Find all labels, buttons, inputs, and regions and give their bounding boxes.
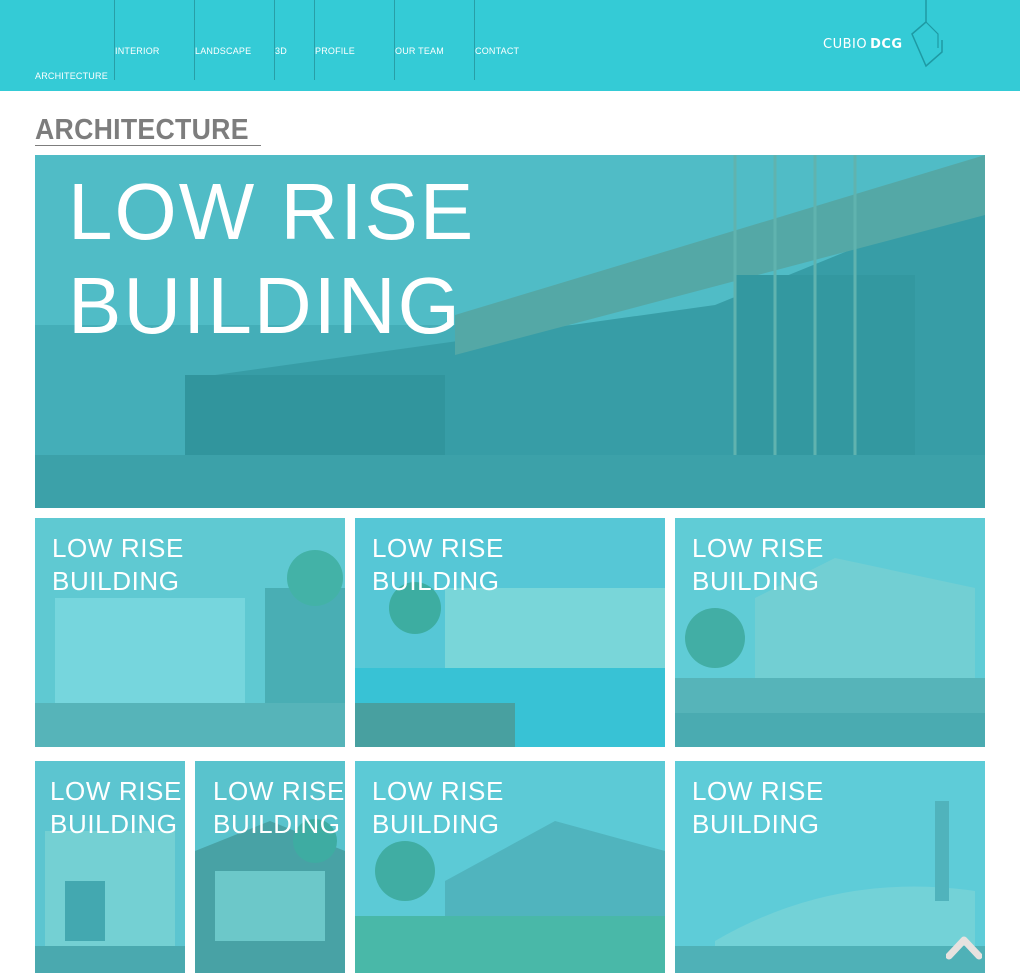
tile-label: LOW RISE BUILDING: [213, 775, 345, 842]
page-title: ARCHITECTURE: [35, 114, 249, 146]
nav-item-interior[interactable]: INTERIOR: [114, 0, 194, 80]
nav-item-contact[interactable]: CONTACT: [474, 0, 554, 80]
project-tile[interactable]: LOW RISE BUILDING: [195, 761, 345, 973]
top-navigation-bar: ARCHITECTURE INTERIOR LANDSCAPE 3D PROFI…: [0, 0, 1020, 91]
tile-label-line: BUILDING: [372, 566, 500, 597]
nav-label: INTERIOR: [115, 46, 160, 56]
nav-label: 3D: [275, 46, 287, 56]
tile-label-line: LOW RISE: [52, 533, 184, 563]
tile-label: LOW RISE BUILDING: [68, 165, 475, 354]
nav-label: OUR TEAM: [395, 46, 444, 56]
project-tile[interactable]: LOW RISE BUILDING: [355, 761, 665, 973]
project-tile[interactable]: LOW RISE BUILDING: [675, 761, 985, 973]
tile-label: LOW RISE BUILDING: [50, 775, 182, 842]
tile-label: LOW RISE BUILDING: [372, 532, 504, 599]
tile-label-line: BUILDING: [68, 261, 462, 351]
tile-label-line: LOW RISE: [50, 776, 182, 806]
brand-name-light: CUBIO: [823, 37, 868, 52]
nav-label: ARCHITECTURE: [35, 71, 108, 81]
hexagon-logo-icon: [911, 0, 943, 68]
tile-label-line: LOW RISE: [213, 776, 345, 806]
tile-label-line: LOW RISE: [372, 533, 504, 563]
tile-label-line: BUILDING: [692, 809, 820, 840]
project-tile[interactable]: LOW RISE BUILDING: [35, 761, 185, 973]
tile-label-line: LOW RISE: [692, 533, 824, 563]
tile-label-line: LOW RISE: [692, 776, 824, 806]
tile-label-line: BUILDING: [692, 566, 820, 597]
tile-label-line: LOW RISE: [68, 167, 476, 256]
nav-item-our-team[interactable]: OUR TEAM: [394, 0, 474, 80]
chevron-up-icon[interactable]: [946, 932, 982, 960]
tile-label-line: BUILDING: [213, 809, 341, 840]
nav-item-3d[interactable]: 3D: [274, 0, 314, 80]
nav-item-landscape[interactable]: LANDSCAPE: [194, 0, 274, 80]
tile-label-line: BUILDING: [372, 809, 500, 840]
brand-name-bold: DCG: [870, 37, 903, 52]
hero-project-tile[interactable]: LOW RISE BUILDING: [35, 155, 985, 508]
tile-label-line: BUILDING: [50, 809, 178, 840]
brand-logo-text[interactable]: CUBIO DCG: [823, 37, 903, 52]
nav-label: CONTACT: [475, 46, 520, 56]
nav-item-profile[interactable]: PROFILE: [314, 0, 394, 80]
tile-label: LOW RISE BUILDING: [692, 775, 824, 842]
project-tile[interactable]: LOW RISE BUILDING: [355, 518, 665, 747]
tile-label: LOW RISE BUILDING: [692, 532, 824, 599]
project-tile[interactable]: LOW RISE BUILDING: [675, 518, 985, 747]
project-tile[interactable]: LOW RISE BUILDING: [35, 518, 345, 747]
nav-item-architecture[interactable]: ARCHITECTURE: [35, 0, 114, 81]
tile-label: LOW RISE BUILDING: [372, 775, 504, 842]
nav-label: PROFILE: [315, 46, 355, 56]
nav-label: LANDSCAPE: [195, 46, 252, 56]
tile-label: LOW RISE BUILDING: [52, 532, 184, 599]
tile-label-line: BUILDING: [52, 566, 180, 597]
title-underline: [35, 145, 261, 146]
tile-label-line: LOW RISE: [372, 776, 504, 806]
